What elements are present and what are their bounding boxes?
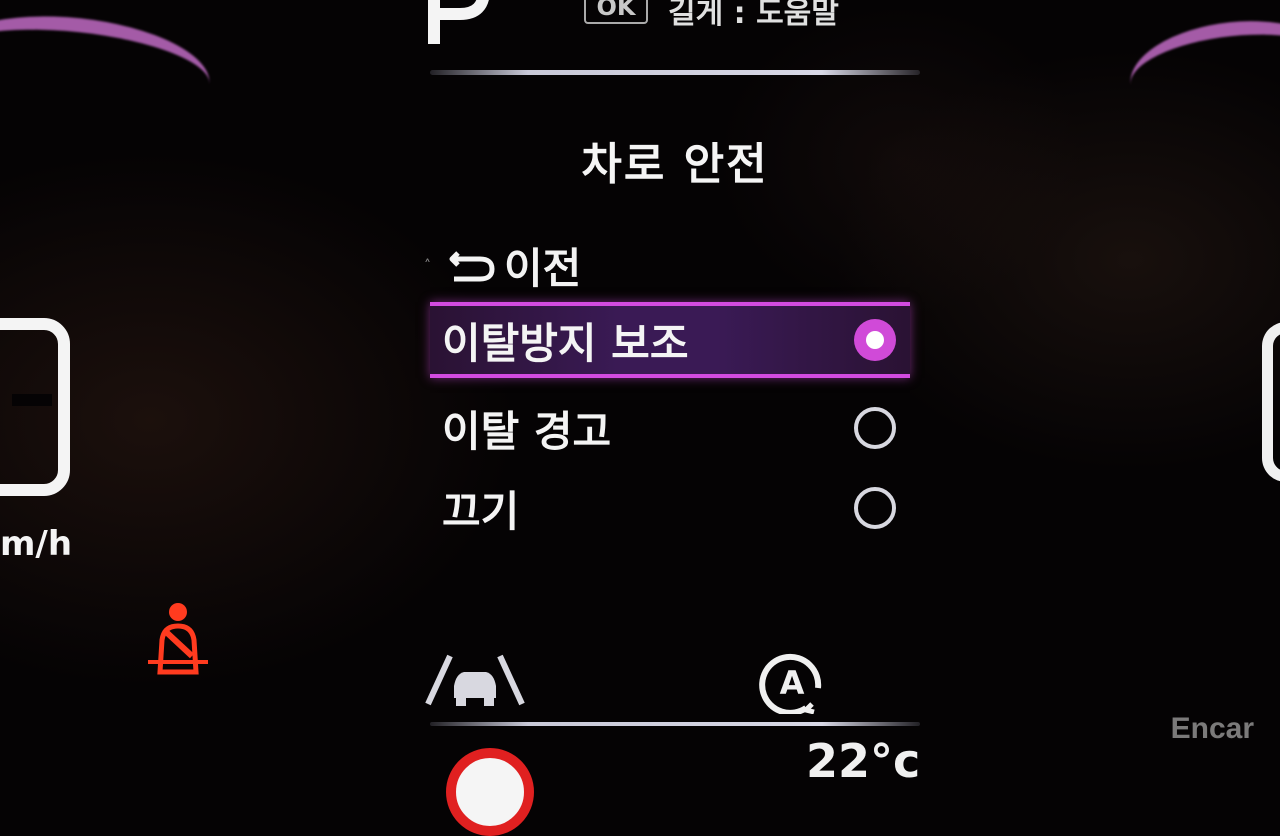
lane-assist-icon	[425, 654, 525, 706]
option-label: 끄기	[442, 486, 520, 536]
auto-hold-icon: A	[759, 653, 822, 714]
ok-hint-text: 길게 : 도움말	[668, 0, 839, 31]
menu-title: 차로 안전	[581, 139, 769, 190]
option-off[interactable]: 끄기	[430, 470, 910, 546]
svg-text:A: A	[780, 664, 805, 702]
top-divider	[430, 70, 920, 75]
radio-unselected[interactable]	[854, 407, 896, 449]
option-label: 이탈 경고	[442, 406, 612, 456]
speed-limit-sign-icon	[446, 748, 534, 836]
radio-unselected[interactable]	[854, 487, 896, 529]
radio-selected[interactable]	[854, 319, 896, 361]
bottom-divider	[430, 722, 920, 726]
gear-indicator	[428, 0, 489, 44]
scroll-up-icon: ˄	[424, 258, 431, 274]
option-lane-keeping-assist[interactable]: 이탈방지 보조	[430, 302, 910, 378]
back-button[interactable]: 이전	[448, 238, 581, 293]
back-label: 이전	[504, 243, 582, 293]
speed-digit	[0, 318, 70, 496]
outside-temperature: 22°c	[806, 734, 921, 788]
back-arrow-icon	[449, 251, 495, 282]
watermark: Encar	[1170, 712, 1254, 745]
option-label: 이탈방지 보조	[442, 318, 689, 368]
speed-unit: m/h	[0, 524, 73, 564]
option-lane-departure-warning[interactable]: 이탈 경고	[430, 390, 910, 466]
ok-badge: OK	[584, 0, 648, 24]
rpm-digit	[1262, 322, 1280, 482]
seatbelt-warning-icon	[148, 603, 208, 675]
